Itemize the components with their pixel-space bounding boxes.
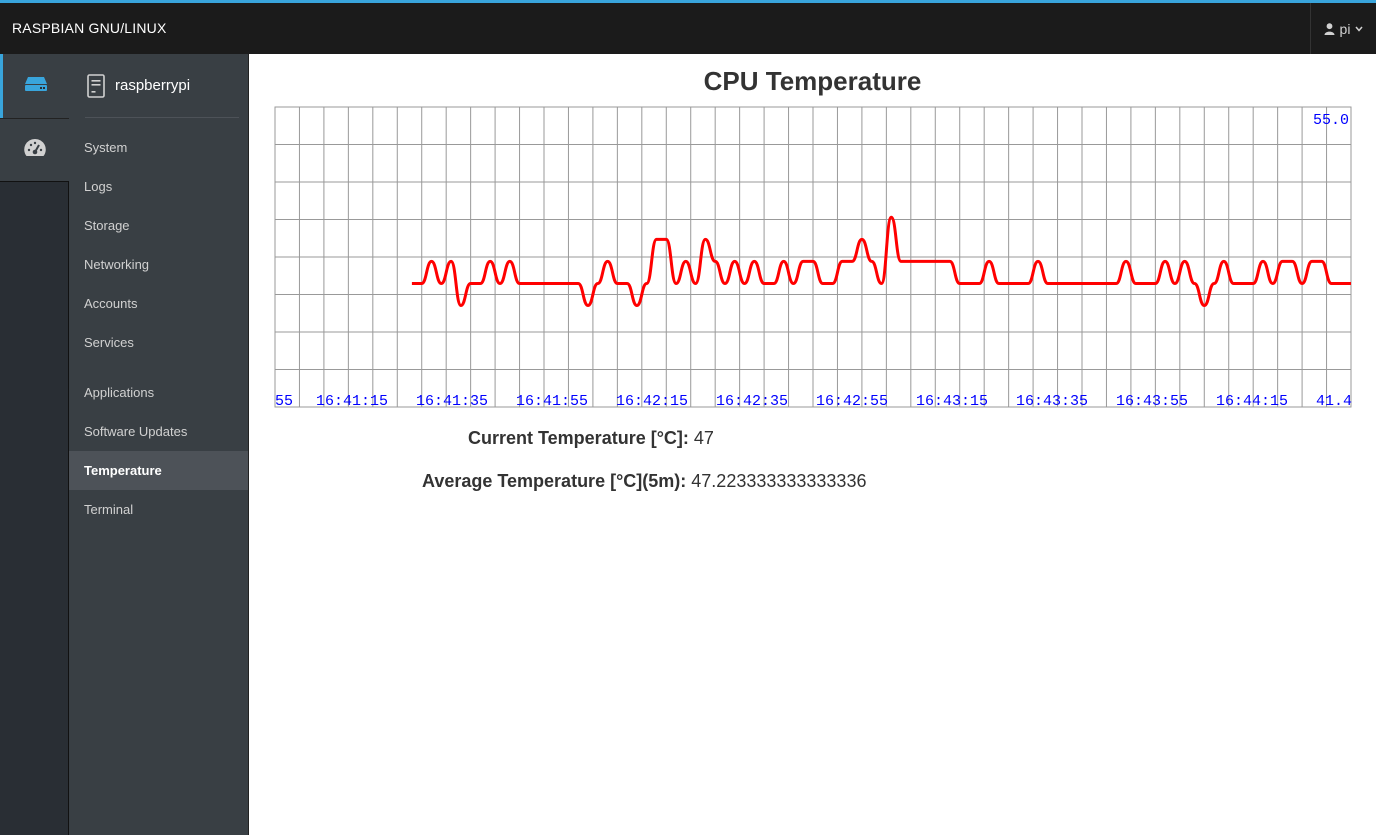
- x-tick-label: 16:41:15: [316, 393, 388, 408]
- sidebar-item-applications[interactable]: Applications: [69, 373, 248, 412]
- x-tick-label: 41.4: [1316, 393, 1352, 408]
- page-title: CPU Temperature: [703, 66, 922, 96]
- sidebar-item-accounts[interactable]: Accounts: [69, 284, 248, 323]
- sidebar-item-services[interactable]: Services: [69, 323, 248, 362]
- average-temperature: Average Temperature [°C](5m): 47.2233333…: [422, 471, 866, 492]
- username: pi: [1339, 20, 1351, 37]
- sidebar: raspberrypi System Logs Storage Networki…: [69, 54, 249, 835]
- y-max-label: 55.0: [1313, 112, 1349, 129]
- average-temperature-value: 47.223333333333336: [691, 471, 867, 491]
- x-tick-label: 16:43:35: [1016, 393, 1088, 408]
- x-tick-label: 16:42:55: [816, 393, 888, 408]
- server-icon: [24, 76, 48, 97]
- main-content: CPU Temperature 55 16:41:15 16:41:35 16:41:…: [249, 54, 1376, 835]
- document-server-icon: [87, 74, 105, 103]
- sidebar-item-logs[interactable]: Logs: [69, 167, 248, 206]
- rail-item-hosts[interactable]: [0, 54, 69, 118]
- user-icon: [1324, 22, 1335, 35]
- temperature-chart: 55 16:41:15 16:41:35 16:41:55 16:42:15 16:42:…: [274, 106, 1352, 410]
- host-rail: [0, 54, 69, 835]
- user-menu-button[interactable]: pi: [1310, 3, 1376, 54]
- host-header[interactable]: raspberrypi: [85, 74, 239, 118]
- x-tick-label: 16:41:35: [416, 393, 488, 408]
- sidebar-item-storage[interactable]: Storage: [69, 206, 248, 245]
- sidebar-item-terminal[interactable]: Terminal: [69, 490, 248, 529]
- x-tick-label: 16:42:15: [616, 393, 688, 408]
- x-tick-label: 16:43:15: [916, 393, 988, 408]
- x-tick-label: 16:44:15: [1216, 393, 1288, 408]
- sidebar-item-temperature[interactable]: Temperature: [69, 451, 248, 490]
- average-temperature-label: Average Temperature [°C](5m):: [422, 471, 687, 491]
- x-tick-label: 16:42:35: [716, 393, 788, 408]
- current-temperature: Current Temperature [°C]: 47: [468, 428, 714, 449]
- sidebar-item-system[interactable]: System: [69, 128, 248, 167]
- current-temperature-value: 47: [693, 428, 714, 448]
- dashboard-gauge-icon: [23, 137, 47, 164]
- brand-title: RASPBIAN GNU/LINUX: [12, 20, 167, 36]
- rail-item-dashboard[interactable]: [0, 118, 69, 182]
- current-temperature-label: Current Temperature [°C]:: [468, 428, 689, 448]
- temperature-chart-svg: 55 16:41:15 16:41:35 16:41:55 16:42:15 16:42:…: [274, 106, 1352, 410]
- chevron-down-icon: [1355, 26, 1364, 32]
- sidebar-item-networking[interactable]: Networking: [69, 245, 248, 284]
- x-tick-label: 55: [275, 393, 293, 408]
- host-name: raspberrypi: [115, 77, 191, 94]
- top-navbar: RASPBIAN GNU/LINUX pi: [0, 0, 1376, 54]
- x-tick-label: 16:43:55: [1116, 393, 1188, 408]
- sidebar-item-software-updates[interactable]: Software Updates: [69, 412, 248, 451]
- x-tick-label: 16:41:55: [516, 393, 588, 408]
